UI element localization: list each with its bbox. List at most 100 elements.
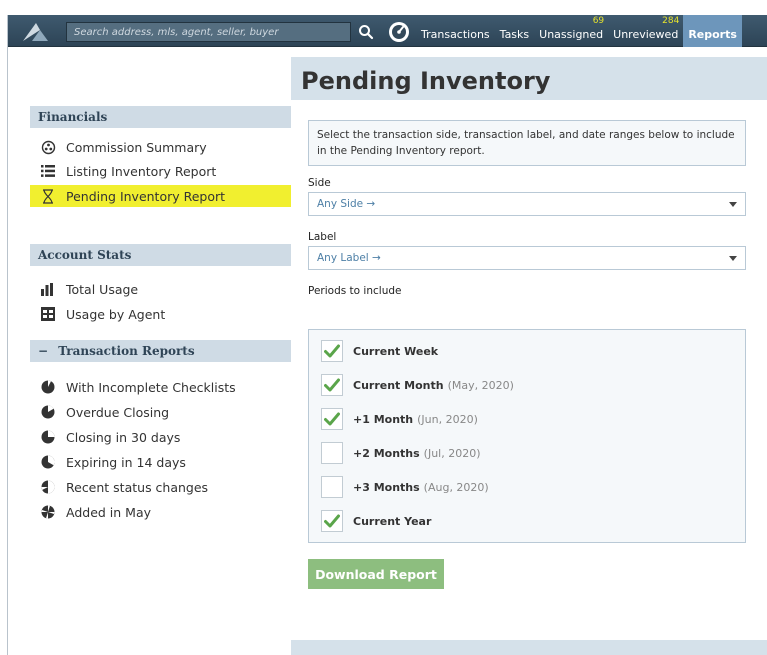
side-select[interactable]: Any Side → (308, 192, 746, 216)
nav-tasks-label: Tasks (499, 28, 530, 41)
instructions-box: Select the transaction side, transaction… (308, 120, 746, 166)
main-content: Pending Inventory Select the transaction… (291, 57, 767, 655)
period-current-week[interactable]: Current Week (321, 339, 438, 363)
pie-icon (40, 479, 56, 495)
sidebar-item-label: Pending Inventory Report (66, 188, 226, 204)
checkmark-icon (324, 378, 340, 392)
logo-icon[interactable] (18, 19, 58, 43)
label-field-label: Label (308, 231, 337, 243)
sidebar-item-incomplete-checklists[interactable]: With Incomplete Checklists (30, 376, 291, 398)
period-label: Current Year (353, 514, 432, 528)
sidebar-item-overdue-closing[interactable]: Overdue Closing (30, 401, 291, 423)
sidebar-item-recent-status-changes[interactable]: Recent status changes (30, 476, 291, 498)
section-account-stats: Account Stats (30, 244, 291, 266)
sidebar-item-label: Usage by Agent (66, 306, 166, 322)
pie-icon (40, 379, 56, 395)
top-navigation-bar: Transactions Tasks 69 Unassigned 284 Unr… (8, 15, 767, 47)
checkbox-checked[interactable] (321, 374, 343, 396)
section-transaction-reports[interactable]: − Transaction Reports (30, 340, 291, 362)
pie-icon (40, 429, 56, 445)
commission-circle-icon (40, 139, 56, 155)
report-form-panel: Select the transaction side, transaction… (291, 100, 767, 640)
sidebar-item-label: Expiring in 14 days (66, 454, 186, 470)
section-financials: Financials (30, 106, 291, 128)
sidebar-item-usage-by-agent[interactable]: Usage by Agent (30, 303, 291, 325)
label-select[interactable]: Any Label → (308, 246, 746, 270)
search-button[interactable] (352, 20, 380, 44)
nav-reports-label: Reports (688, 28, 737, 41)
nav-unassigned[interactable]: 69 Unassigned (534, 15, 608, 47)
sidebar-item-label: Added in May (66, 504, 152, 520)
app-window: Transactions Tasks 69 Unassigned 284 Unr… (7, 15, 767, 655)
list-icon (40, 163, 56, 179)
sidebar-item-label: Overdue Closing (66, 404, 170, 420)
sidebar-item-label: Closing in 30 days (66, 429, 181, 445)
period-detail: (May, 2020) (447, 378, 514, 392)
period-label: +2 Months (353, 446, 420, 460)
sidebar-item-expiring-14-days[interactable]: Expiring in 14 days (30, 451, 291, 473)
checkbox-checked[interactable] (321, 408, 343, 430)
checkmark-icon (324, 344, 340, 358)
checkmark-icon (324, 412, 340, 426)
checkbox-checked[interactable] (321, 510, 343, 532)
period-label: Current Week (353, 344, 439, 358)
nav-tasks[interactable]: Tasks (495, 15, 534, 47)
nav-unassigned-label: Unassigned (539, 28, 604, 41)
search-icon (359, 25, 374, 40)
nav-transactions-label: Transactions (421, 28, 490, 41)
period-detail: (Jun, 2020) (417, 412, 478, 426)
section-title: Transaction Reports (58, 344, 195, 358)
period-label: Current Month (353, 378, 444, 392)
sidebar-item-label: Listing Inventory Report (66, 163, 217, 179)
period-current-year[interactable]: Current Year (321, 509, 431, 533)
period-plus-1-month[interactable]: +1 Month (Jun, 2020) (321, 407, 478, 431)
sidebar-item-label: Commission Summary (66, 139, 207, 155)
sidebar-item-listing-inventory[interactable]: Listing Inventory Report (30, 160, 291, 182)
checkbox-checked[interactable] (321, 340, 343, 362)
nav-reports[interactable]: Reports (683, 15, 742, 47)
sidebar-item-label: Total Usage (66, 281, 139, 297)
period-detail: (Aug, 2020) (423, 480, 489, 494)
pie-icon (40, 454, 56, 470)
sidebar-item-added-in-may[interactable]: Added in May (30, 501, 291, 523)
page-title: Pending Inventory (301, 67, 551, 95)
dashboard-button[interactable] (386, 20, 412, 44)
checkmark-icon (324, 514, 340, 528)
nav-unreviewed-label: Unreviewed (613, 28, 679, 41)
sidebar: Financials Commission Summary Listing In… (8, 47, 291, 655)
side-select-value: Any Side → (317, 198, 376, 210)
collapse-toggle-icon[interactable]: − (38, 344, 48, 358)
download-report-button[interactable]: Download Report (308, 559, 444, 589)
period-plus-2-months[interactable]: +2 Months (Jul, 2020) (321, 441, 481, 465)
chevron-down-icon (729, 201, 737, 207)
checkbox-unchecked[interactable] (321, 476, 343, 498)
bar-chart-icon (40, 281, 56, 297)
main-nav: Transactions Tasks 69 Unassigned 284 Unr… (416, 15, 742, 47)
checkbox-unchecked[interactable] (321, 442, 343, 464)
hourglass-icon (40, 188, 56, 204)
sidebar-item-total-usage[interactable]: Total Usage (30, 278, 291, 300)
unreviewed-count-badge: 284 (662, 16, 680, 26)
sidebar-item-commission-summary[interactable]: Commission Summary (30, 136, 291, 158)
sidebar-item-closing-30-days[interactable]: Closing in 30 days (30, 426, 291, 448)
pie-icon (40, 404, 56, 420)
label-select-value: Any Label → (317, 252, 381, 264)
pie-icon (40, 504, 56, 520)
period-label: +1 Month (353, 412, 414, 426)
nav-unreviewed[interactable]: 284 Unreviewed (608, 15, 683, 47)
periods-label: Periods to include (308, 285, 402, 297)
unassigned-count-badge: 69 (592, 16, 605, 26)
sidebar-item-pending-inventory[interactable]: Pending Inventory Report (30, 185, 291, 207)
period-current-month[interactable]: Current Month (May, 2020) (321, 373, 514, 397)
side-field-label: Side (308, 177, 331, 189)
periods-box: Current Week Current Month (May, 2020) +… (308, 329, 746, 543)
search-input[interactable] (66, 22, 351, 42)
sidebar-item-label: With Incomplete Checklists (66, 379, 236, 395)
agent-table-icon (40, 306, 56, 322)
period-label: +3 Months (353, 480, 420, 494)
nav-transactions[interactable]: Transactions (416, 15, 495, 47)
sidebar-item-label: Recent status changes (66, 479, 209, 495)
dashboard-gauge-icon (389, 22, 409, 42)
period-plus-3-months[interactable]: +3 Months (Aug, 2020) (321, 475, 489, 499)
period-detail: (Jul, 2020) (423, 446, 481, 460)
